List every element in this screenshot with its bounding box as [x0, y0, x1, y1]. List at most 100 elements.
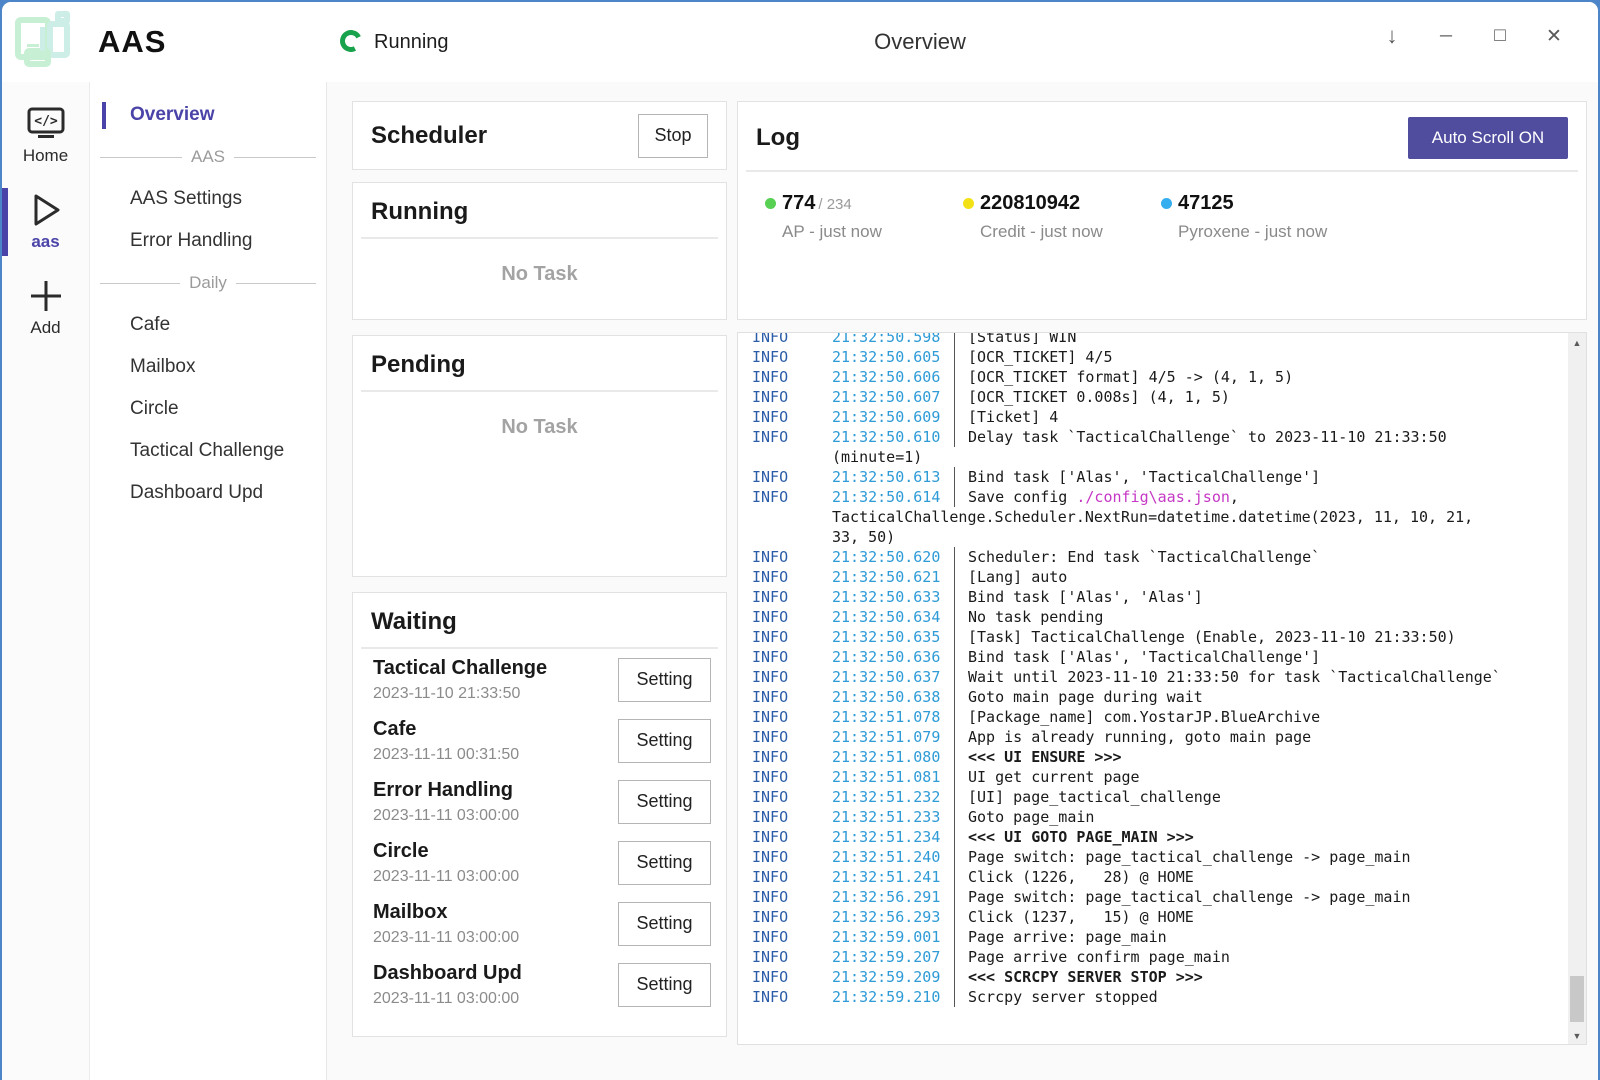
rail-item-label: aas — [2, 232, 89, 252]
task-setting-button[interactable]: Setting — [618, 780, 711, 824]
log-message: <<< UI GOTO PAGE_MAIN >>> — [954, 827, 1194, 847]
scheduler-card: Scheduler Stop — [352, 101, 727, 170]
stat-body: 774/ 234AP - just now — [782, 192, 882, 242]
log-message: [Ticket] 4 — [954, 407, 1058, 427]
nav-item-error-handling[interactable]: Error Handling — [90, 220, 326, 262]
task-info: Circle2023-11-11 03:00:00 — [373, 840, 519, 886]
auto-scroll-button[interactable]: Auto Scroll ON — [1408, 117, 1568, 159]
log-level: INFO — [752, 407, 832, 427]
nav-item-cafe[interactable]: Cafe — [90, 304, 326, 346]
app-logo-icon — [12, 10, 76, 75]
task-name: Mailbox — [373, 901, 519, 924]
stat-ap: 774/ 234AP - just now — [765, 192, 963, 242]
close-button[interactable]: ✕ — [1532, 14, 1576, 58]
log-level — [752, 527, 832, 547]
log-message: Save config ./config\aas.json, — [954, 487, 1239, 507]
log-scrollbar[interactable]: ▲ ▼ — [1568, 333, 1586, 1044]
log-level: INFO — [752, 387, 832, 407]
log-message: <<< SCRCPY SERVER STOP >>> — [954, 967, 1203, 987]
stat-total: / 234 — [818, 196, 851, 213]
log-message: Bind task ['Alas', 'TacticalChallenge'] — [954, 467, 1320, 487]
nav-section-label: Daily — [189, 273, 227, 293]
download-button[interactable]: ↓ — [1370, 14, 1414, 58]
task-setting-button[interactable]: Setting — [618, 841, 711, 885]
rail-item-aas[interactable]: aas — [2, 190, 89, 252]
log-line: INFO21:32:50.636Bind task ['Alas', 'Tact… — [752, 647, 1586, 667]
log-message-part: 33, 50) — [832, 528, 895, 546]
nav-item-mailbox[interactable]: Mailbox — [90, 346, 326, 388]
minimize-icon: ─ — [1440, 26, 1452, 46]
log-level: INFO — [752, 987, 832, 1007]
scroll-up-arrow-icon[interactable]: ▲ — [1568, 335, 1586, 351]
log-line: INFO21:32:50.598[Status] WIN — [752, 332, 1586, 347]
nav-item-circle[interactable]: Circle — [90, 388, 326, 430]
log-view[interactable]: INFO21:32:50.598[Status] WININFO21:32:50… — [737, 332, 1587, 1045]
log-timestamp: 21:32:50.634 — [832, 607, 954, 627]
log-message-part: ./config\aas.json — [1076, 488, 1230, 506]
log-line: INFO21:32:50.609[Ticket] 4 — [752, 407, 1586, 427]
nav-item-aas-settings[interactable]: AAS Settings — [90, 178, 326, 220]
log-level: INFO — [752, 367, 832, 387]
log-message: App is already running, goto main page — [954, 727, 1311, 747]
stat-value-row: 47125 — [1178, 192, 1327, 215]
main-content: Scheduler Stop Running No Task Pending N… — [327, 82, 1598, 1080]
log-line: (minute=1) — [752, 447, 1586, 467]
log-level: INFO — [752, 427, 832, 447]
task-next-run-time: 2023-11-11 03:00:00 — [373, 990, 522, 1008]
log-level: INFO — [752, 967, 832, 987]
log-line: INFO21:32:56.293Click (1237, 15) @ HOME — [752, 907, 1586, 927]
log-level: INFO — [752, 867, 832, 887]
log-timestamp: 21:32:50.635 — [832, 627, 954, 647]
log-message: TacticalChallenge.Scheduler.NextRun=date… — [832, 507, 1473, 527]
log-message: [Package_name] com.YostarJP.BlueArchive — [954, 707, 1320, 727]
task-next-run-time: 2023-11-11 03:00:00 — [373, 929, 519, 947]
log-message-part: [OCR_TICKET format] 4/5 -> (4, 1, 5) — [968, 368, 1293, 386]
titlebar: AAS Running Overview ↓─□✕ — [2, 2, 1598, 82]
scroll-down-arrow-icon[interactable]: ▼ — [1568, 1028, 1586, 1044]
log-message-part: , — [1230, 488, 1239, 506]
task-setting-button[interactable]: Setting — [618, 902, 711, 946]
log-timestamp: 21:32:56.291 — [832, 887, 954, 907]
log-level: INFO — [752, 847, 832, 867]
divider — [361, 237, 718, 239]
task-name: Cafe — [373, 718, 519, 741]
task-info: Dashboard Upd2023-11-11 03:00:00 — [373, 962, 522, 1008]
log-timestamp: 21:32:50.609 — [832, 407, 954, 427]
task-setting-button[interactable]: Setting — [618, 658, 711, 702]
log-message-part: [Status] WIN — [968, 332, 1076, 346]
log-timestamp: 21:32:50.638 — [832, 687, 954, 707]
rail-item-home[interactable]: </>Home — [2, 104, 89, 166]
log-timestamp: 21:32:51.081 — [832, 767, 954, 787]
maximize-button[interactable]: □ — [1478, 14, 1522, 58]
nav-item-dashboard-upd[interactable]: Dashboard Upd — [90, 472, 326, 514]
log-message: [OCR_TICKET 0.008s] (4, 1, 5) — [954, 387, 1230, 407]
task-setting-button[interactable]: Setting — [618, 963, 711, 1007]
nav-item-tactical-challenge[interactable]: Tactical Challenge — [90, 430, 326, 472]
divider-line — [236, 283, 316, 284]
log-line: INFO21:32:59.210Scrcpy server stopped — [752, 987, 1586, 1007]
app-window: AAS Running Overview ↓─□✕ </>HomeaasAdd … — [2, 2, 1598, 1080]
log-message: Delay task `TacticalChallenge` to 2023-1… — [954, 427, 1447, 447]
waiting-card: Waiting Tactical Challenge2023-11-10 21:… — [352, 592, 727, 1037]
rail-item-add[interactable]: Add — [2, 276, 89, 338]
pending-card: Pending No Task — [352, 335, 727, 577]
task-info: Cafe2023-11-11 00:31:50 — [373, 718, 519, 764]
stop-button[interactable]: Stop — [638, 114, 708, 158]
minimize-button[interactable]: ─ — [1424, 14, 1468, 58]
log-line: INFO21:32:51.080<<< UI ENSURE >>> — [752, 747, 1586, 767]
log-line: INFO21:32:59.209<<< SCRCPY SERVER STOP >… — [752, 967, 1586, 987]
nav-section-label: AAS — [191, 147, 225, 167]
waiting-task-row: Error Handling2023-11-11 03:00:00Setting — [353, 771, 726, 832]
log-message-part: Bind task ['Alas', 'TacticalChallenge'] — [968, 468, 1320, 486]
log-level: INFO — [752, 487, 832, 507]
scrollbar-thumb[interactable] — [1570, 976, 1584, 1022]
log-timestamp: 21:32:51.240 — [832, 847, 954, 867]
stat-pyroxene: 47125Pyroxene - just now — [1161, 192, 1359, 242]
rail-item-label: Add — [2, 318, 89, 338]
task-setting-button[interactable]: Setting — [618, 719, 711, 763]
log-timestamp: 21:32:51.233 — [832, 807, 954, 827]
log-line: 33, 50) — [752, 527, 1586, 547]
task-name: Error Handling — [373, 779, 519, 802]
log-timestamp: 21:32:51.232 — [832, 787, 954, 807]
nav-item-overview[interactable]: Overview — [90, 94, 326, 136]
